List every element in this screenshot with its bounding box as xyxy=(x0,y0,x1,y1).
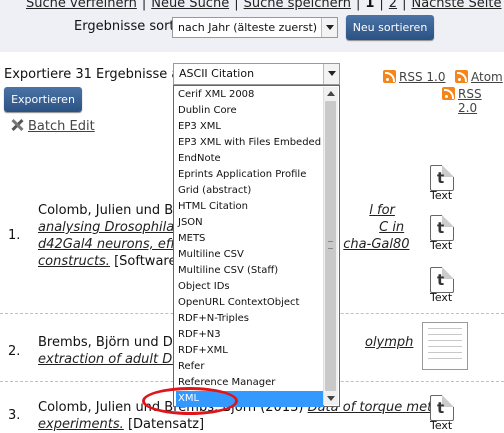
export-option[interactable]: EP3 XML xyxy=(176,119,324,135)
resort-button[interactable]: Neu sortieren xyxy=(346,15,434,40)
atom-link[interactable]: Atom xyxy=(471,70,503,84)
rss-feed-icon[interactable] xyxy=(383,70,396,83)
citation-title-link[interactable]: d42Gal4 neurons, effe xyxy=(38,237,183,252)
sort-select[interactable]: nach Jahr (älteste zuerst) xyxy=(172,17,338,38)
wrench-icon xyxy=(10,118,24,132)
citation-authors: Brembs, Björn und Dan xyxy=(38,335,189,350)
export-option[interactable]: Multiline CSV (Staff) xyxy=(176,263,324,279)
export-format-dropdown-list[interactable]: Cerif XML 2008 Dublin Core EP3 XML EP3 X… xyxy=(173,85,340,407)
separator: | xyxy=(379,0,384,11)
search-nav-links: Suche verfeinern | Neue Suche | Suche speich… xyxy=(26,0,502,11)
scrollbar-thumb[interactable] xyxy=(325,101,336,391)
current-page-number: 1 xyxy=(365,0,375,11)
text-document-icon[interactable]: t Text xyxy=(430,395,458,432)
export-option[interactable]: HTML Citation xyxy=(176,199,324,215)
export-option[interactable]: EP3 XML with Files Embeded xyxy=(176,135,324,151)
page-2-link[interactable]: 2 xyxy=(389,0,397,11)
scroll-up-arrow-icon[interactable] xyxy=(327,91,335,96)
citation-title-link[interactable]: extraction of adult Dro xyxy=(38,352,186,367)
export-option[interactable]: Eprints Application Profile xyxy=(176,167,324,183)
export-option[interactable]: Dublin Core xyxy=(176,103,324,119)
separator: | xyxy=(234,0,239,11)
next-page-link[interactable]: Nächste Seite xyxy=(411,0,501,11)
export-button[interactable]: Exportieren xyxy=(4,87,82,112)
separator: | xyxy=(355,0,361,11)
citation-authors: Colomb, Julien und Bre xyxy=(38,203,187,218)
export-option[interactable]: EndNote xyxy=(176,151,324,167)
batch-edit-link[interactable]: Batch Edit xyxy=(10,118,95,134)
atom-feed-icon[interactable] xyxy=(455,70,468,83)
citation-title-link[interactable]: C in xyxy=(379,220,404,235)
export-option[interactable]: RDF+XML xyxy=(176,343,324,359)
separator: | xyxy=(141,0,147,11)
export-option[interactable]: Grid (abstract) xyxy=(176,183,324,199)
refine-search-link[interactable]: Suche verfeinern xyxy=(26,0,137,11)
scroll-down-arrow-icon[interactable] xyxy=(327,396,335,401)
chevron-down-icon[interactable] xyxy=(323,64,339,84)
export-option[interactable]: Cerif XML 2008 xyxy=(176,87,324,103)
export-option[interactable]: RDF+N-Triples xyxy=(176,311,324,327)
dropdown-scrollbar[interactable] xyxy=(323,87,338,405)
citation-title-link[interactable]: l for xyxy=(369,203,395,218)
export-option[interactable]: METS xyxy=(176,231,324,247)
citation-title-link[interactable]: constructs. xyxy=(38,254,110,269)
citation-title-link[interactable]: cha-Gal80 xyxy=(343,237,409,252)
save-search-link[interactable]: Suche speichern xyxy=(244,0,351,11)
document-preview-thumbnail[interactable] xyxy=(422,322,468,370)
text-document-icon[interactable]: t Text xyxy=(430,215,458,252)
export-option[interactable]: JSON xyxy=(176,215,324,231)
text-document-icon[interactable]: t Text xyxy=(430,165,458,202)
text-document-icon[interactable]: t Text xyxy=(430,267,458,304)
citation-title-link[interactable]: experiments. xyxy=(38,417,124,432)
rss-feed-icon[interactable] xyxy=(442,87,455,100)
export-format-select[interactable]: ASCII Citation xyxy=(173,63,340,85)
separator: | xyxy=(402,0,407,11)
result-number: 1. xyxy=(8,228,21,243)
export-option[interactable]: Multiline CSV xyxy=(176,247,324,263)
result-number: 2. xyxy=(8,344,21,359)
sort-selected-value: nach Jahr (älteste zuerst) xyxy=(178,21,318,34)
rss2-link[interactable]: RSS 2.0 xyxy=(458,87,504,115)
export-option[interactable]: Object IDs xyxy=(176,279,324,295)
chevron-down-icon[interactable] xyxy=(321,18,337,37)
citation-title-link[interactable]: analysing Drosophila s xyxy=(38,220,185,235)
result-number: 3. xyxy=(8,408,21,423)
citation-type: [Datensatz] xyxy=(123,417,205,432)
export-option[interactable]: Refer xyxy=(176,359,324,375)
new-search-link[interactable]: Neue Suche xyxy=(151,0,229,11)
batch-edit-label: Batch Edit xyxy=(28,119,95,134)
highlight-circle-annotation xyxy=(142,387,238,415)
export-option[interactable]: RDF+N3 xyxy=(176,327,324,343)
export-selected-value: ASCII Citation xyxy=(179,67,255,80)
export-option[interactable]: OpenURL ContextObject xyxy=(176,295,324,311)
export-label: Exportiere 31 Ergebnisse als xyxy=(4,67,190,82)
citation-type: [Software] xyxy=(109,254,182,269)
rss1-link[interactable]: RSS 1.0 xyxy=(399,70,445,84)
citation-title-link[interactable]: olymph xyxy=(365,335,413,350)
